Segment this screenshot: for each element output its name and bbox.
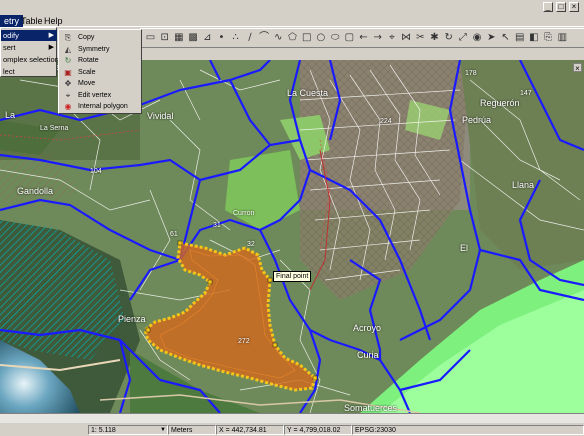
select-arrow-icon[interactable]: ➤ — [485, 31, 498, 45]
rectangle-select-icon[interactable]: ▭ — [144, 31, 157, 45]
status-bar: 1: 5.118 ▼ Meters X = 442,734.81 Y = 4,7… — [0, 424, 584, 436]
rotate-icon[interactable]: ↻ — [442, 31, 455, 45]
point-icon[interactable]: • — [215, 31, 228, 45]
units-field: Meters — [168, 425, 216, 435]
crs-field: EPSG:23030 — [352, 425, 584, 435]
submenu-item-copy[interactable]: ⎘ Copy — [59, 32, 141, 43]
menu-item-label: omplex selection — [3, 55, 59, 64]
crs-value: EPSG:23030 — [355, 427, 396, 434]
menu-help[interactable]: Help — [40, 15, 67, 27]
layer-icon[interactable]: ◧ — [527, 31, 540, 45]
menu-bar: etry Table Help _ □ × — [0, 0, 584, 27]
y-coordinate-value: Y = 4,799,018.02 — [287, 427, 341, 434]
arc-icon[interactable]: ⌒ — [258, 31, 271, 45]
units-value: Meters — [171, 427, 193, 434]
measure-icon[interactable]: ⊿ — [201, 31, 214, 45]
submenu-item-label: Edit vertex — [78, 91, 112, 99]
minimize-button[interactable]: _ — [543, 2, 553, 12]
split-icon[interactable]: ✂ — [414, 31, 427, 45]
horizontal-scrollbar[interactable] — [0, 413, 584, 423]
picture-icon[interactable]: ▦ — [172, 31, 185, 45]
submenu-item-move[interactable]: ✥ Move — [59, 78, 141, 89]
join-icon[interactable]: ⋈ — [400, 31, 413, 45]
final-point-tooltip: Final point — [273, 271, 312, 282]
submenu-item-rotate[interactable]: ↻ Rotate — [59, 55, 141, 66]
menu-item-complex-selection[interactable]: omplex selection — [1, 54, 59, 65]
scale-icon: ▣ — [64, 67, 72, 77]
submenu-item-scale[interactable]: ▣ Scale — [59, 67, 141, 78]
submenu-arrow-icon: ▶ — [48, 32, 54, 39]
menu-item-label: lect — [3, 67, 15, 76]
square-icon[interactable]: ▢ — [343, 31, 356, 45]
rectangle-icon[interactable]: □ — [300, 31, 313, 45]
x-coordinate-value: X = 442,734.81 — [219, 427, 267, 434]
circle-icon[interactable]: ○ — [314, 31, 327, 45]
arrow-right-icon[interactable]: → — [371, 31, 384, 45]
paste-icon[interactable]: ▥ — [556, 31, 569, 45]
internal-polygon-icon[interactable]: ◉ — [471, 31, 484, 45]
move-icon: ✥ — [64, 79, 72, 88]
x-coordinate: X = 442,734.81 — [216, 425, 284, 435]
symmetry-icon: ◭ — [64, 44, 72, 54]
y-coordinate: Y = 4,799,018.02 — [284, 425, 352, 435]
menu-item-label: odify — [3, 31, 19, 40]
scale-value: 1: 5.118 — [91, 427, 116, 434]
table-icon[interactable]: ▤ — [513, 31, 526, 45]
copy-icon[interactable]: ⎘ — [542, 31, 555, 45]
menu-item-label: sert — [3, 43, 16, 52]
view-close-icon[interactable]: × — [573, 63, 582, 73]
multipoint-icon[interactable]: ∴ — [229, 31, 242, 45]
submenu-item-label: Move — [78, 80, 96, 87]
menu-item-modify[interactable]: odify ▶ — [1, 30, 57, 41]
edit-vertex-icon[interactable]: ⌖ — [385, 31, 398, 45]
modify-submenu: ⎘ Copy ◭ Symmetry ↻ Rotate ▣ Scale ✥ Move ⌖ Edit ve… — [58, 29, 142, 114]
submenu-item-label: Copy — [78, 34, 95, 41]
close-button[interactable]: × — [569, 2, 579, 12]
spline-icon[interactable]: ∿ — [272, 31, 285, 45]
explode-icon[interactable]: ✱ — [428, 31, 441, 45]
zoom-window-icon[interactable]: ⊡ — [158, 31, 171, 45]
submenu-item-label: Symmetry — [78, 45, 110, 53]
polyline-icon[interactable]: ∕ — [243, 31, 256, 45]
scale-dropdown-icon[interactable]: ▼ — [160, 425, 166, 435]
toolbar: ▭ ⊡ ▦ ▩ ⊿ • ∴ ∕ ⌒ ∿ ⬠ □ ○ ⬭ ▢ ← → ⌖ ⋈ ✂ ✱ ↻ ⤢ ◉ ➤ ↖ ▤ ◧ ⎘ ▥ — [140, 28, 584, 48]
cursor-icon[interactable]: ↖ — [499, 31, 512, 45]
submenu-item-label: Rotate — [78, 57, 99, 64]
submenu-item-label: Internal polygon — [78, 103, 128, 110]
geometry-menu-dropdown: odify ▶ sert ▶ omplex selection lect — [0, 27, 59, 77]
arrow-left-icon[interactable]: ← — [357, 31, 370, 45]
scale-field[interactable]: 1: 5.118 — [88, 425, 168, 435]
grid-icon[interactable]: ▩ — [187, 31, 200, 45]
submenu-item-edit-vertex[interactable]: ⌖ Edit vertex — [59, 90, 141, 101]
polygon-icon[interactable]: ⬠ — [286, 31, 299, 45]
internal-polygon-icon: ◉ — [64, 102, 72, 111]
menu-item-select[interactable]: lect — [1, 66, 57, 77]
submenu-item-symmetry[interactable]: ◭ Symmetry — [59, 44, 141, 55]
ellipse-icon[interactable]: ⬭ — [329, 31, 342, 45]
scale-icon[interactable]: ⤢ — [456, 31, 469, 45]
submenu-item-label: Scale — [78, 68, 96, 76]
copy-icon: ⎘ — [64, 33, 72, 42]
submenu-item-internal-polygon[interactable]: ◉ Internal polygon — [59, 101, 141, 112]
submenu-arrow-icon: ▶ — [48, 44, 54, 51]
maximize-button[interactable]: □ — [556, 2, 566, 12]
edit-vertex-icon: ⌖ — [65, 90, 71, 100]
menu-item-insert[interactable]: sert ▶ — [1, 42, 57, 53]
rotate-icon: ↻ — [64, 56, 72, 65]
